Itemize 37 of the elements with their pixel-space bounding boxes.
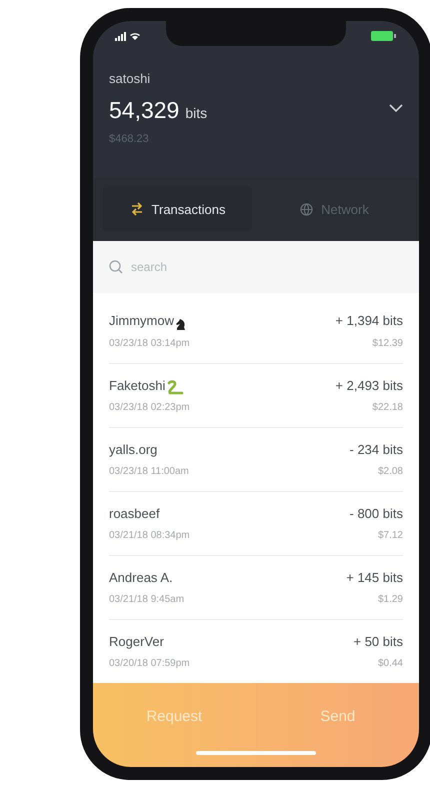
account-name: satoshi (109, 70, 152, 88)
transaction-date: 03/23/18 11:00am (109, 465, 189, 480)
contact-name: Faketoshi (109, 376, 166, 395)
transaction-amount: - 234 bits (350, 440, 403, 459)
transaction-fiat: $7.12 (378, 529, 403, 544)
transaction-date: 03/20/18 07:59pm (109, 657, 190, 672)
globe-icon (300, 202, 314, 216)
transaction-amount: - 800 bits (350, 504, 403, 523)
contact-name: Andreas A. (109, 568, 173, 587)
transaction-fiat: $12.39 (372, 336, 403, 351)
contact-name: RogerVer (109, 632, 164, 651)
contact-name: yalls.org (109, 440, 158, 459)
transaction-date: 03/23/18 03:14pm (109, 336, 190, 351)
action-button[interactable]: Request (93, 683, 256, 751)
tab[interactable]: Transactions (103, 187, 252, 232)
transaction-fiat: $22.18 (372, 401, 403, 416)
transaction-amount: + 50 bits (353, 632, 403, 651)
transaction-fiat: $2.08 (378, 465, 403, 480)
balance-unit: bits (185, 104, 208, 122)
battery-icon (371, 31, 397, 41)
transaction-date: 03/21/18 9:45am (109, 593, 184, 608)
transaction-amount: + 1,394 bits (335, 312, 403, 330)
transaction-fiat: $0.44 (378, 657, 403, 672)
transaction-date: 03/21/18 08:34pm (109, 529, 190, 544)
balance-amount: 54,329 (109, 96, 180, 124)
transaction-amount: + 2,493 bits (335, 376, 403, 395)
contact-name: roasbeef (109, 504, 160, 523)
chevron-down-icon[interactable] (389, 104, 403, 113)
transaction-date: 03/23/18 02:23pm (109, 401, 190, 416)
chess-knight-icon (175, 318, 186, 331)
contact-name: Jimmymow (109, 312, 174, 330)
signal-icon (115, 31, 141, 41)
search-icon (109, 260, 123, 274)
transaction-fiat: $1.29 (378, 593, 403, 608)
search-field[interactable]: search (131, 258, 331, 276)
swap-arrows-icon (130, 202, 144, 216)
transaction-amount: + 145 bits (346, 568, 403, 587)
